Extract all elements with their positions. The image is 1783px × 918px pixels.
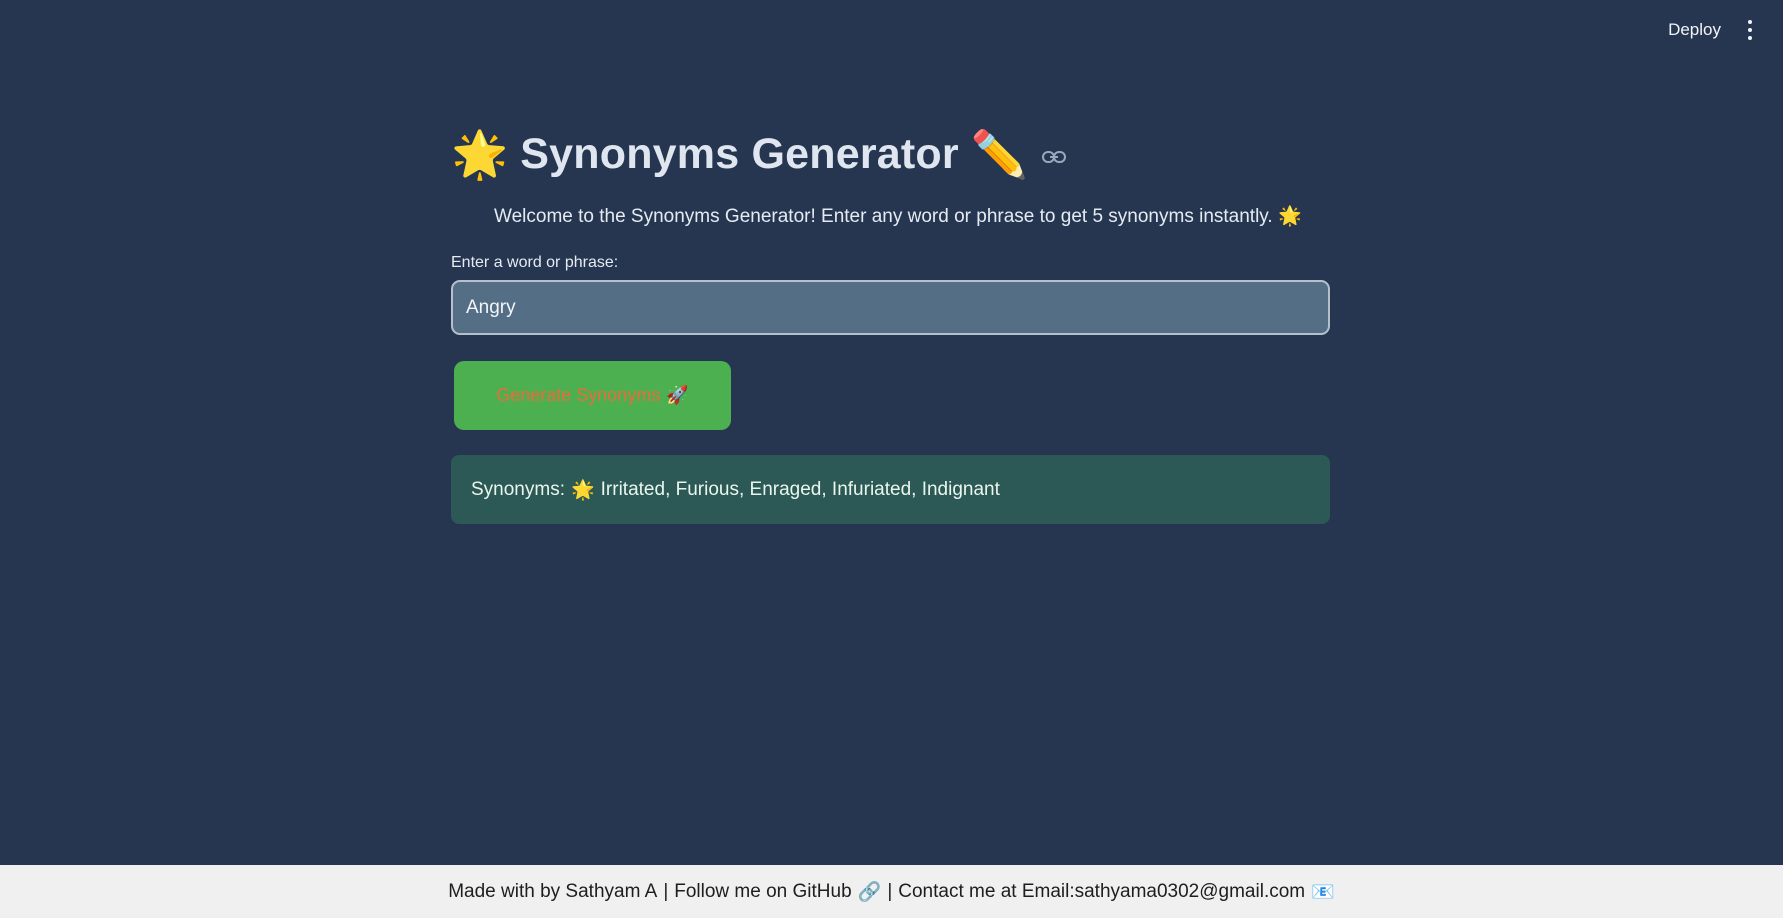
menu-dot	[1748, 20, 1752, 24]
result-synonyms: Irritated, Furious, Enraged, Infuriated,…	[600, 478, 1000, 500]
star-icon: 🌟	[570, 479, 595, 501]
pencil-icon: ✏️	[970, 128, 1029, 180]
deploy-button[interactable]: Deploy	[1668, 20, 1721, 40]
footer-made-by: Made with by Sathyam A	[448, 880, 658, 902]
menu-dot	[1748, 36, 1752, 40]
synonyms-result-box: Synonyms: 🌟 Irritated, Furious, Enraged,…	[451, 455, 1330, 524]
footer-contact-email[interactable]: Contact me at Email:sathyama0302@gmail.c…	[898, 881, 1305, 903]
rocket-icon: 🚀	[666, 385, 689, 405]
generate-button-label: Generate Synonyms	[496, 385, 661, 405]
star-icon: 🌟	[451, 128, 509, 180]
footer-separator: |	[887, 880, 893, 902]
star-icon: 🌟	[1277, 206, 1302, 227]
generate-synonyms-button[interactable]: Generate Synonyms 🚀	[454, 361, 731, 430]
link-icon: 🔗	[857, 881, 882, 903]
page-footer: Made with by Sathyam A | Follow me on Gi…	[0, 865, 1783, 918]
input-label: Enter a word or phrase:	[451, 254, 619, 271]
link-icon[interactable]	[1042, 150, 1067, 164]
email-icon: 📧	[1311, 881, 1335, 903]
page-header: 🌟 Synonyms Generator ✏️	[451, 122, 1331, 186]
page-title: Synonyms Generator	[520, 129, 959, 178]
word-input-container	[451, 280, 1330, 335]
word-input[interactable]	[453, 295, 1328, 320]
intro-message: Welcome to the Synonyms Generator! Enter…	[494, 206, 1273, 227]
footer-separator: |	[663, 880, 669, 902]
intro-text: Welcome to the Synonyms Generator! Enter…	[494, 204, 1331, 228]
result-prefix: Synonyms:	[471, 478, 565, 500]
app-toolbar: Deploy	[1668, 0, 1783, 60]
footer-github-link[interactable]: Follow me on GitHub	[674, 881, 851, 903]
kebab-menu-icon[interactable]	[1747, 20, 1753, 40]
menu-dot	[1748, 28, 1752, 32]
main-content: 🌟 Synonyms Generator ✏️ Welcome to the S…	[451, 122, 1331, 524]
